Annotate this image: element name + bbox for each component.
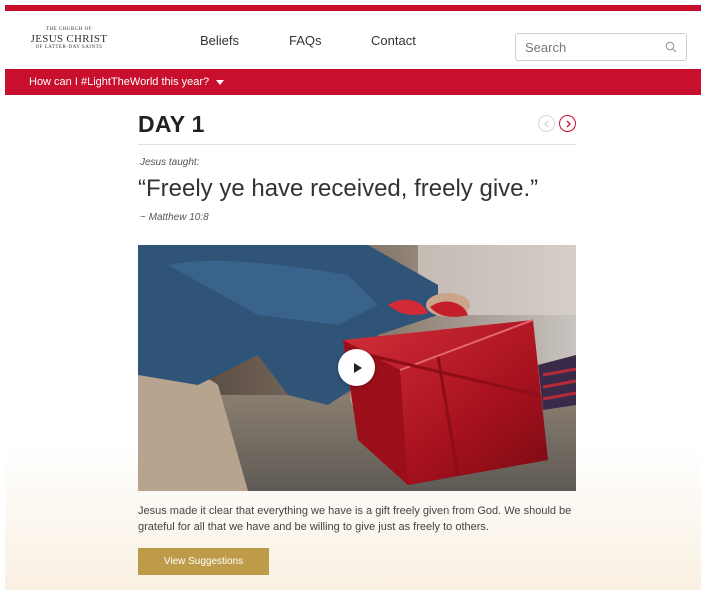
logo-line-2: JESUS CHRIST (30, 33, 108, 45)
day-pagination (538, 115, 576, 132)
site-header: THE CHURCH OF JESUS CHRIST OF LATTER-DAY… (5, 11, 701, 69)
day-content: DAY 1 Jesus taught: “Freely ye have rece… (138, 95, 576, 590)
search-box (515, 33, 687, 61)
play-icon (353, 362, 362, 373)
quote-intro: Jesus taught: (140, 157, 200, 168)
nav-faqs[interactable]: FAQs (289, 11, 322, 69)
chevron-left-icon (543, 120, 548, 127)
chevron-right-icon (566, 120, 571, 127)
page: THE CHURCH OF JESUS CHRIST OF LATTER-DAY… (5, 5, 701, 590)
view-suggestions-button[interactable]: View Suggestions (138, 548, 269, 575)
scripture-quote: “Freely ye have received, freely give.” (138, 175, 539, 202)
logo-line-3: OF LATTER-DAY SAINTS (35, 45, 103, 50)
day-title: DAY 1 (138, 111, 205, 137)
banner-label: How can I #LightTheWorld this year? (29, 76, 210, 88)
nav-contact[interactable]: Contact (371, 11, 416, 69)
light-the-world-dropdown[interactable]: How can I #LightTheWorld this year? (5, 69, 701, 95)
next-day-button[interactable] (559, 115, 576, 132)
previous-day-button[interactable] (538, 115, 555, 132)
search-icon[interactable] (665, 41, 677, 53)
caret-down-icon (216, 79, 225, 85)
nav-beliefs[interactable]: Beliefs (200, 11, 239, 69)
title-divider (138, 144, 576, 145)
day-description: Jesus made it clear that everything we h… (138, 505, 572, 533)
scripture-reference: ~ Matthew 10:8 (140, 212, 209, 223)
play-button[interactable] (338, 349, 375, 386)
church-logo[interactable]: THE CHURCH OF JESUS CHRIST OF LATTER-DAY… (29, 27, 109, 51)
video-player[interactable] (138, 245, 576, 491)
search-input[interactable] (516, 34, 656, 60)
